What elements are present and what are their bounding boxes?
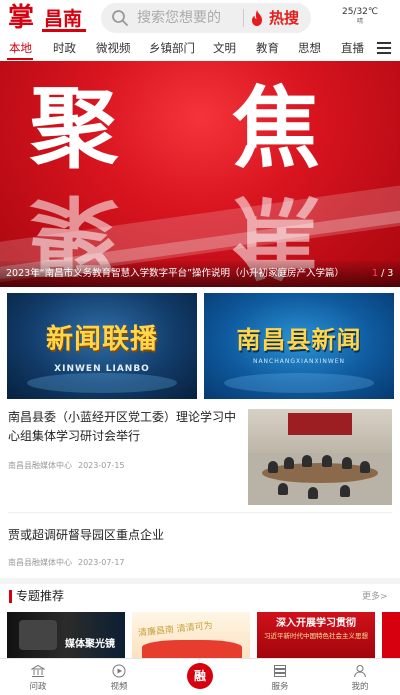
tab-bar-center-label: 融 — [193, 669, 206, 683]
program-title: 南昌县新闻 — [236, 326, 362, 354]
tab-bar-media-fusion[interactable]: 融 — [187, 663, 213, 689]
tab-bar-video[interactable]: 视频 — [89, 659, 149, 695]
tab-local[interactable]: 本地 — [9, 39, 32, 57]
logo-mark: 掌 — [8, 3, 35, 33]
photo-person — [278, 483, 288, 495]
weather-widget[interactable]: 25/32℃ 晴 — [320, 6, 400, 26]
tab-live[interactable]: 直播 — [341, 39, 364, 57]
camera-graphic — [19, 620, 57, 650]
search-icon — [112, 10, 128, 26]
active-tab-indicator — [7, 58, 33, 60]
tab-thought[interactable]: 思想 — [298, 39, 321, 57]
user-icon — [354, 665, 366, 678]
special-card-title: 深入开展学习贯彻 — [276, 618, 356, 629]
tab-bar-label: 服务 — [271, 682, 289, 692]
photo-person — [340, 485, 350, 497]
photo-person — [268, 461, 278, 473]
tab-bar-label: 我的 — [351, 682, 369, 692]
photo-person — [322, 455, 332, 467]
section-gap — [0, 578, 400, 584]
photo-person — [284, 457, 294, 469]
headline-carousel[interactable]: 聚 焦 聚 焦 2023年“南昌市义务教育智慧入学数字平台”操作说明（小升初家庭… — [0, 61, 400, 287]
logo-underline — [42, 29, 86, 32]
tab-bar-me[interactable]: 我的 — [330, 659, 390, 695]
program-glow — [224, 373, 374, 393]
special-card-title: 媒体聚光镜 — [65, 639, 115, 650]
tab-bar-inquiry[interactable]: 问政 — [8, 659, 68, 695]
program-card-xinwen-lianbo[interactable]: 新闻联播 XINWEN LIANBO — [7, 293, 197, 399]
tab-bar-label: 视频 — [110, 682, 128, 692]
fire-icon — [252, 10, 262, 26]
search-input[interactable]: 搜索您想要的 — [137, 9, 221, 27]
logo-city-name: 昌南 — [44, 8, 83, 30]
grid-icon — [274, 665, 286, 677]
tab-bar-services[interactable]: 服务 — [250, 659, 310, 695]
more-link[interactable]: 更多> — [362, 591, 388, 603]
section-accent-bar — [9, 590, 12, 603]
news-item-source: 南昌县融媒体中心 — [8, 558, 72, 567]
photo-banner — [288, 413, 352, 435]
news-item-date: 2023-07-15 — [78, 461, 125, 470]
bottom-tab-bar: 问政 视频 融 服务 我的 — [0, 658, 400, 695]
search-divider — [243, 9, 244, 27]
program-subtitle: XINWEN LIANBO — [54, 364, 150, 374]
special-card[interactable]: 媒体聚光镜 — [7, 612, 125, 658]
tab-towns-departments[interactable]: 乡镇部门 — [149, 39, 195, 57]
tab-politics[interactable]: 时政 — [53, 39, 76, 57]
search-bar[interactable]: 搜索您想要的 热搜 — [101, 3, 311, 33]
program-subtitle: NANCHANGXIANXINWEN — [252, 358, 346, 365]
special-card-title: 清廉昌南 清清可为 — [137, 621, 214, 639]
special-card[interactable] — [382, 612, 400, 658]
app-logo[interactable]: 掌 昌南 — [8, 3, 90, 33]
photo-person — [308, 487, 318, 499]
photo-person — [302, 455, 312, 467]
program-title: 新闻联播 — [46, 324, 158, 355]
news-item-date: 2023-07-17 — [78, 558, 125, 567]
news-item-title[interactable]: 南昌县委（小蓝经开区党工委）理论学习中心组集体学习研讨会举行 — [8, 408, 240, 446]
photo-person — [342, 457, 352, 469]
carousel-total-pages: / 3 — [381, 268, 394, 279]
banner-caption[interactable]: 2023年“南昌市义务教育智慧入学数字平台”操作说明（小升初家庭房产入学篇） — [6, 267, 344, 281]
special-card[interactable]: 深入开展学习贯彻 习近平新时代中国特色社会主义思想 — [257, 612, 375, 658]
program-glow — [27, 373, 177, 393]
menu-icon[interactable] — [377, 42, 391, 54]
list-divider — [8, 512, 392, 513]
hot-search-button[interactable]: 热搜 — [269, 8, 299, 28]
weather-temperature: 25/32℃ — [341, 7, 379, 17]
banner-headline-right: 焦 — [232, 76, 321, 180]
program-card-nanchang-county-news[interactable]: 南昌县新闻 NANCHANGXIANXINWEN — [204, 293, 394, 399]
news-item-title[interactable]: 贾或超调研督导园区重点企业 — [8, 526, 164, 544]
carousel-current-page: 1 — [372, 268, 379, 279]
channel-nav: 本地 时政 微视频 乡镇部门 文明 教育 思想 直播 — [0, 36, 400, 61]
special-card[interactable]: 清廉昌南 清清可为 — [132, 612, 250, 658]
news-item-source: 南昌县融媒体中心 — [8, 461, 72, 470]
card-decoration — [142, 640, 242, 658]
tab-bar-label: 问政 — [29, 682, 47, 692]
banner-headline-left: 聚 — [30, 76, 119, 180]
tab-micro-video[interactable]: 微视频 — [96, 39, 131, 57]
app-header: 掌 昌南 搜索您想要的 热搜 25/32℃ 晴 — [0, 0, 400, 36]
carousel-pager: 1 / 3 — [372, 267, 393, 281]
tab-education[interactable]: 教育 — [256, 39, 279, 57]
play-icon — [112, 664, 126, 678]
special-card-subtitle: 习近平新时代中国特色社会主义思想 — [264, 632, 368, 640]
weather-condition: 晴 — [356, 18, 363, 25]
news-item-thumbnail[interactable] — [248, 409, 392, 505]
photo-person — [360, 461, 370, 473]
section-title: 专题推荐 — [16, 589, 65, 603]
bank-icon — [31, 664, 45, 677]
tab-civilization[interactable]: 文明 — [213, 39, 236, 57]
